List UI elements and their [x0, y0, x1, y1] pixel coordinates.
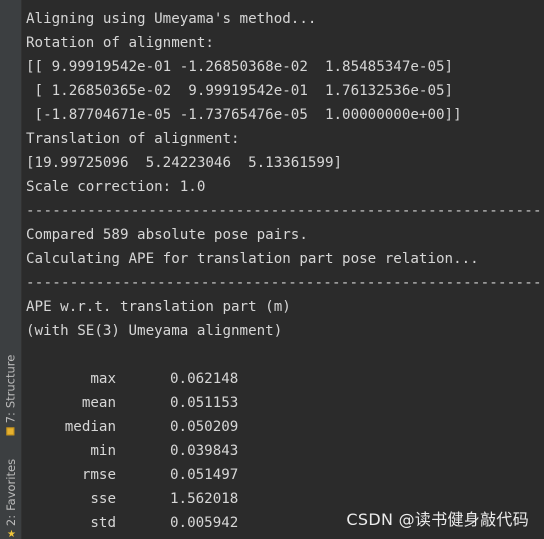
stat-row: mean 0.051153: [26, 391, 544, 415]
stat-row: rmse 0.051497: [26, 463, 544, 487]
stat-name: mean: [81, 395, 116, 411]
console-line: APE w.r.t. translation part (m): [26, 299, 291, 315]
run-console-window: 7: Structure ★ 2: Favorites Aligning usi…: [0, 0, 544, 539]
stat-value: 0.050209: [170, 419, 239, 435]
stat-value: 0.051497: [170, 467, 239, 483]
stat-name: sse: [90, 491, 116, 507]
stat-value: 1.562018: [170, 491, 239, 507]
console-line: Aligning using Umeyama's method...: [26, 11, 317, 27]
console-line: Translation of alignment:: [26, 131, 240, 147]
console-line: [ 1.26850365e-02 9.99919542e-01 1.761325…: [26, 83, 454, 99]
separator-line: ----------------------------------------…: [26, 275, 544, 291]
structure-icon: [6, 427, 15, 436]
tab-structure-label: Structure: [3, 354, 18, 409]
stat-row: max 0.062148: [26, 367, 544, 391]
stat-name: std: [90, 515, 116, 531]
stat-name: median: [64, 419, 116, 435]
stat-name: min: [90, 443, 116, 459]
tab-favorites[interactable]: ★ 2: Favorites: [0, 458, 21, 539]
separator-line: ----------------------------------------…: [26, 203, 544, 219]
console-line: Rotation of alignment:: [26, 35, 214, 51]
tab-structure-prefix: 7:: [3, 412, 18, 424]
stat-value: 0.039843: [170, 443, 239, 459]
stat-name: max: [90, 371, 116, 387]
stat-value: 0.051153: [170, 395, 239, 411]
stat-value: 0.062148: [170, 371, 239, 387]
console-line: [[ 9.99919542e-01 -1.26850368e-02 1.8548…: [26, 59, 454, 75]
stat-value: 0.005942: [170, 515, 239, 531]
console-line: [-1.87704671e-05 -1.73765476e-05 1.00000…: [26, 107, 462, 123]
console-line: Compared 589 absolute pose pairs.: [26, 227, 308, 243]
tab-favorites-label: Favorites: [3, 458, 18, 511]
console-line: Scale correction: 1.0: [26, 179, 206, 195]
star-icon: ★: [6, 528, 15, 539]
left-tool-strip: 7: Structure ★ 2: Favorites: [0, 0, 22, 539]
console-line: [19.99725096 5.24223046 5.13361599]: [26, 155, 343, 171]
tab-favorites-prefix: 2:: [3, 514, 18, 526]
console-line: (with SE(3) Umeyama alignment): [26, 323, 283, 339]
console-output[interactable]: Aligning using Umeyama's method... Rotat…: [26, 7, 544, 535]
stat-row: median 0.050209: [26, 415, 544, 439]
tab-structure[interactable]: 7: Structure: [0, 350, 21, 440]
stat-row: min 0.039843: [26, 439, 544, 463]
csdn-watermark: CSDN @读书健身敲代码: [346, 510, 529, 529]
stat-name: rmse: [81, 467, 116, 483]
console-line: Calculating APE for translation part pos…: [26, 251, 479, 267]
